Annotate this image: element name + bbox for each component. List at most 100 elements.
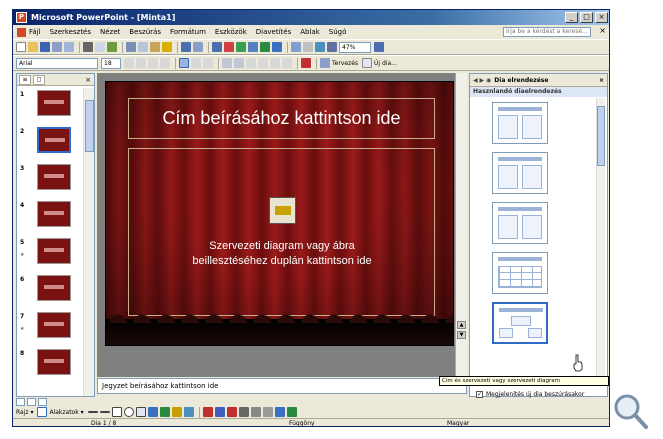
textbox-icon[interactable]: [135, 407, 146, 417]
maximize-button[interactable]: □: [580, 12, 593, 23]
fill-color-icon[interactable]: [202, 407, 213, 417]
scrollbar-thumb[interactable]: [597, 106, 605, 166]
menu-window[interactable]: Ablak: [300, 28, 320, 36]
zoom-select[interactable]: 47%: [339, 41, 371, 53]
tab-outline[interactable]: ≡: [19, 74, 31, 85]
save-icon[interactable]: [40, 42, 50, 52]
close-button[interactable]: ×: [595, 12, 608, 23]
slide-thumbnail[interactable]: 7 ★: [17, 310, 83, 347]
menu-edit[interactable]: Szerkesztés: [50, 28, 91, 36]
slide-scrollbar[interactable]: ▲ ▼: [455, 73, 467, 377]
slide-thumbnail[interactable]: 5 ★: [17, 236, 83, 273]
3d-style-icon[interactable]: [286, 407, 297, 417]
line-color-icon[interactable]: [214, 407, 225, 417]
task-pane-nav[interactable]: ◀ ▶ ◉: [473, 77, 491, 84]
document-icon[interactable]: [17, 27, 26, 37]
layout-title-text-chart[interactable]: [492, 152, 548, 194]
permission-icon[interactable]: [52, 42, 62, 52]
layout-title-diagram[interactable]: [492, 302, 548, 344]
doc-close-icon[interactable]: ×: [599, 26, 606, 35]
slide-preview[interactable]: [37, 275, 71, 301]
increase-indent-icon[interactable]: [282, 58, 292, 68]
scrollbar-thumb[interactable]: [85, 100, 94, 152]
design-icon[interactable]: [320, 58, 330, 68]
open-icon[interactable]: [28, 42, 38, 52]
line-icon[interactable]: [87, 411, 98, 413]
shadow-style-icon[interactable]: [274, 407, 285, 417]
slide-preview[interactable]: [37, 201, 71, 227]
notes-pane[interactable]: Jegyzet beírásához kattintson ide: [97, 378, 467, 394]
slide-sorter-icon[interactable]: [27, 398, 36, 406]
slide-thumbnail[interactable]: 8: [17, 347, 83, 384]
format-painter-icon[interactable]: [162, 42, 172, 52]
clipart-icon[interactable]: [171, 407, 182, 417]
print-preview-icon[interactable]: [95, 42, 105, 52]
slide-preview[interactable]: [37, 90, 71, 116]
slide-thumbnail[interactable]: 6: [17, 273, 83, 310]
tables-borders-icon[interactable]: [236, 42, 246, 52]
slide-thumbnail[interactable]: 1: [17, 88, 83, 125]
menu-file[interactable]: Fájl: [29, 28, 41, 36]
show-formatting-icon[interactable]: [303, 42, 313, 52]
numbering-icon[interactable]: [222, 58, 232, 68]
insert-table-icon[interactable]: [248, 42, 258, 52]
tab-slides[interactable]: ◻: [33, 74, 45, 85]
design-button[interactable]: Tervezés: [332, 60, 358, 67]
expand-all-icon[interactable]: [291, 42, 301, 52]
print-icon[interactable]: [83, 42, 93, 52]
menu-slideshow[interactable]: Diavetítés: [256, 28, 291, 36]
cut-icon[interactable]: [126, 42, 136, 52]
new-slide-icon[interactable]: [362, 58, 373, 68]
layout-title-table[interactable]: [492, 252, 548, 294]
task-pane-scrollbar[interactable]: [596, 98, 605, 378]
copy-icon[interactable]: [138, 42, 148, 52]
layout-title-chart-text[interactable]: [492, 202, 548, 244]
diagram-icon[interactable]: [272, 42, 282, 52]
next-slide-icon[interactable]: ▼: [457, 331, 466, 339]
task-pane-title[interactable]: Dia elrendezése: [494, 77, 548, 84]
slide-thumbnail[interactable]: 3: [17, 162, 83, 199]
wordart-icon[interactable]: [147, 407, 158, 417]
grid-icon[interactable]: [315, 42, 325, 52]
title-placeholder[interactable]: Cím beírásához kattintson ide: [128, 98, 435, 139]
slide-canvas[interactable]: Cím beírásához kattintson ide Szervezeti…: [105, 81, 454, 346]
diagram-icon[interactable]: [159, 407, 170, 417]
org-chart-icon[interactable]: [269, 197, 296, 224]
menu-insert[interactable]: Beszúrás: [129, 28, 161, 36]
slide-thumbnail[interactable]: 4: [17, 199, 83, 236]
select-objects-icon[interactable]: [37, 407, 48, 417]
picture-icon[interactable]: [183, 407, 194, 417]
font-name-select[interactable]: Arial: [16, 57, 98, 69]
arrow-icon[interactable]: [99, 411, 110, 413]
draw-menu[interactable]: Rajz ▾: [16, 409, 33, 416]
slide-preview[interactable]: [37, 238, 71, 264]
slide-thumbnail[interactable]: 2: [17, 125, 83, 162]
close-icon[interactable]: ×: [85, 76, 91, 84]
checkbox[interactable]: ✓: [476, 391, 483, 398]
slide-preview[interactable]: [37, 312, 71, 338]
magnifier-icon[interactable]: [611, 392, 651, 432]
content-placeholder[interactable]: Szervezeti diagram vagy ábra beillesztés…: [128, 148, 435, 316]
wordart-icon[interactable]: [260, 42, 270, 52]
decrease-indent-icon[interactable]: [270, 58, 280, 68]
minimize-button[interactable]: _: [565, 12, 578, 23]
dash-style-icon[interactable]: [250, 407, 261, 417]
align-center-icon[interactable]: [191, 58, 201, 68]
decrease-font-icon[interactable]: [258, 58, 268, 68]
shadow-icon[interactable]: [160, 58, 170, 68]
slides-scrollbar[interactable]: [83, 88, 94, 396]
oval-icon[interactable]: [123, 407, 134, 417]
underline-icon[interactable]: [148, 58, 158, 68]
help-icon[interactable]: [374, 42, 384, 52]
previous-slide-icon[interactable]: ▲: [457, 321, 466, 329]
font-size-select[interactable]: 18: [101, 57, 121, 69]
ask-question-box[interactable]: Írja be a kérdést a keresé...: [503, 27, 591, 37]
menu-help[interactable]: Súgó: [329, 28, 347, 36]
font-color-icon[interactable]: [301, 58, 311, 68]
color-grayscale-icon[interactable]: [327, 42, 337, 52]
spelling-icon[interactable]: [107, 42, 117, 52]
slide-preview[interactable]: [37, 164, 71, 190]
slide-preview-selected[interactable]: [37, 127, 71, 153]
layout-title-chart[interactable]: [492, 102, 548, 144]
normal-view-icon[interactable]: [16, 398, 25, 406]
